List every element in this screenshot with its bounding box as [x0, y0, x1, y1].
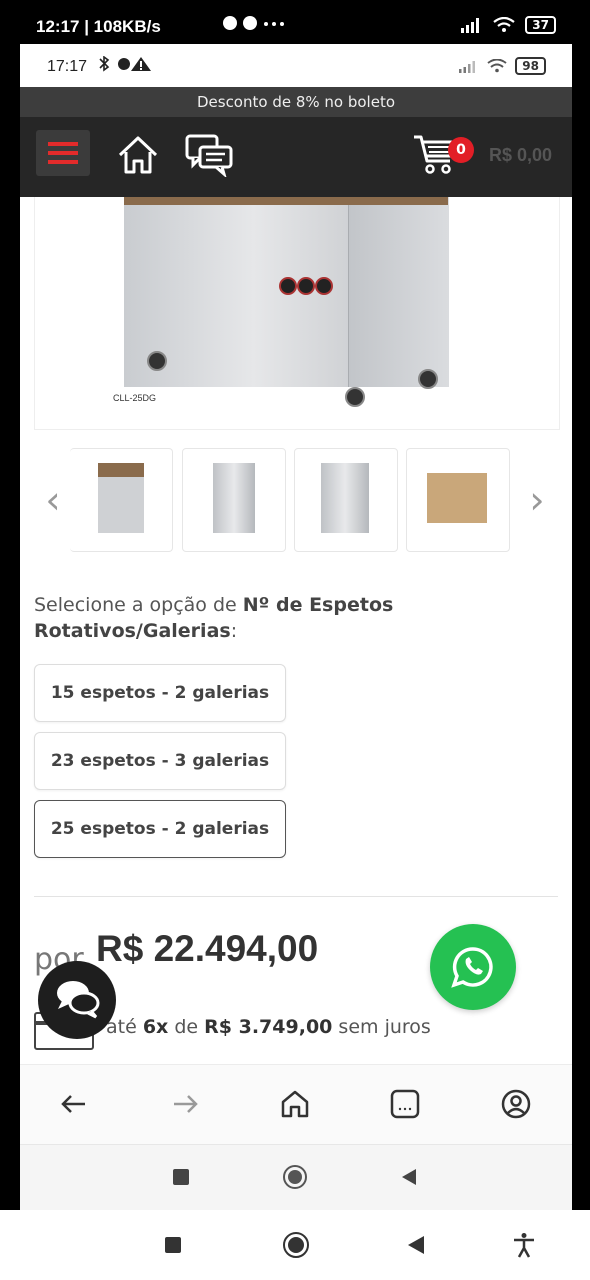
- browser-home-icon[interactable]: [278, 1087, 312, 1121]
- model-label: CLL-25DG: [113, 393, 157, 403]
- outer-back-icon[interactable]: [406, 1234, 426, 1256]
- signal-icon: [461, 18, 480, 33]
- grill-side-panel: [348, 197, 449, 387]
- promo-banner: Desconto de 8% no boleto: [20, 87, 572, 117]
- profile-icon[interactable]: [499, 1087, 533, 1121]
- thumbnail-image: [98, 463, 144, 533]
- outer-recents-icon[interactable]: [164, 1236, 182, 1254]
- tabs-icon[interactable]: [388, 1087, 422, 1121]
- accessibility-icon[interactable]: [512, 1232, 536, 1258]
- thumbnail-image: [427, 473, 487, 523]
- outer-status-bar: 12:17 | 108KB/s 37: [0, 0, 590, 48]
- inner-status-icons-left: [97, 55, 159, 76]
- site-header: 0 R$ 0,00: [20, 117, 572, 197]
- outer-status-time: 12:17 | 108KB/s: [36, 17, 161, 36]
- variant-label-prefix: Selecione a opção de: [34, 594, 243, 616]
- thumbnail-image: [321, 463, 369, 533]
- grill-knob: [315, 277, 333, 295]
- inner-status-bar: 17:17 98: [20, 44, 572, 87]
- browser-toolbar: [20, 1064, 572, 1145]
- variant-option-25[interactable]: 25 espetos - 2 galerias: [34, 800, 286, 858]
- outer-system-nav: [0, 1210, 590, 1280]
- grill-wheel: [345, 387, 365, 407]
- forward-arrow-icon[interactable]: [168, 1087, 202, 1121]
- inner-wifi-icon: [487, 59, 507, 73]
- home-icon: [118, 136, 158, 174]
- hamburger-icon-line: [48, 160, 78, 164]
- thumbnail-carousel: ‹ ›: [20, 444, 572, 554]
- chat-icon: [185, 134, 233, 179]
- installments-mid: de: [168, 1016, 205, 1038]
- system-back-icon[interactable]: [400, 1167, 418, 1187]
- menu-button[interactable]: [36, 130, 90, 176]
- grill-wheel: [147, 351, 167, 371]
- whatsapp-button[interactable]: [430, 924, 516, 1010]
- variant-option-15[interactable]: 15 espetos - 2 galerias: [34, 664, 286, 722]
- phone-screen: 17:17 98 Desconto de 8% no boleto 0 R$ 0…: [20, 44, 572, 1210]
- cart-count-badge: 0: [448, 137, 474, 163]
- home-button[interactable]: [116, 133, 160, 177]
- inner-system-nav: [20, 1144, 572, 1210]
- variant-label-suffix: :: [230, 620, 238, 642]
- status-notification-icons: [222, 14, 292, 39]
- thumbnail-2[interactable]: [182, 448, 286, 552]
- thumbnail-1[interactable]: [70, 448, 173, 552]
- carousel-prev-button[interactable]: ‹: [38, 480, 68, 520]
- carousel-next-button[interactable]: ›: [522, 480, 552, 520]
- back-arrow-icon[interactable]: [57, 1087, 91, 1121]
- grill-top-skewers: [124, 197, 448, 205]
- whatsapp-icon: [451, 947, 493, 988]
- installments-text: até 6x de R$ 3.749,00 sem juros: [106, 1016, 431, 1038]
- system-home-icon[interactable]: [282, 1164, 308, 1190]
- wifi-icon: [493, 17, 515, 32]
- installments-count: 6x: [142, 1016, 169, 1038]
- price-value: R$ 22.494,00: [96, 928, 319, 969]
- grill-wheel: [418, 369, 438, 389]
- thumbnail-4[interactable]: [406, 448, 510, 552]
- grill-knob: [279, 277, 297, 295]
- hamburger-icon-line: [48, 151, 78, 155]
- grill-knob: [297, 277, 315, 295]
- installments-post: sem juros: [332, 1016, 431, 1038]
- product-main-image[interactable]: CLL-25DG: [34, 197, 560, 430]
- inner-status-time: 17:17: [47, 58, 88, 75]
- variant-option-23[interactable]: 23 espetos - 3 galerias: [34, 732, 286, 790]
- recents-icon[interactable]: [172, 1168, 190, 1186]
- chat-bubble-icon: [57, 981, 100, 1019]
- contact-button[interactable]: [184, 133, 234, 179]
- installments-amount: R$ 3.749,00: [204, 1016, 333, 1038]
- inner-battery-icon: 98: [515, 57, 546, 75]
- divider: [34, 896, 558, 897]
- thumbnail-3[interactable]: [294, 448, 398, 552]
- cart-total[interactable]: R$ 0,00: [489, 145, 552, 166]
- outer-home-icon[interactable]: [282, 1231, 310, 1259]
- inner-signal-icon: [459, 61, 476, 73]
- variant-label: Selecione a opção de Nº de Espetos Rotat…: [34, 592, 554, 644]
- battery-icon: 37: [525, 16, 556, 34]
- chat-button[interactable]: [38, 961, 116, 1039]
- thumbnail-image: [213, 463, 255, 533]
- hamburger-icon-line: [48, 142, 78, 146]
